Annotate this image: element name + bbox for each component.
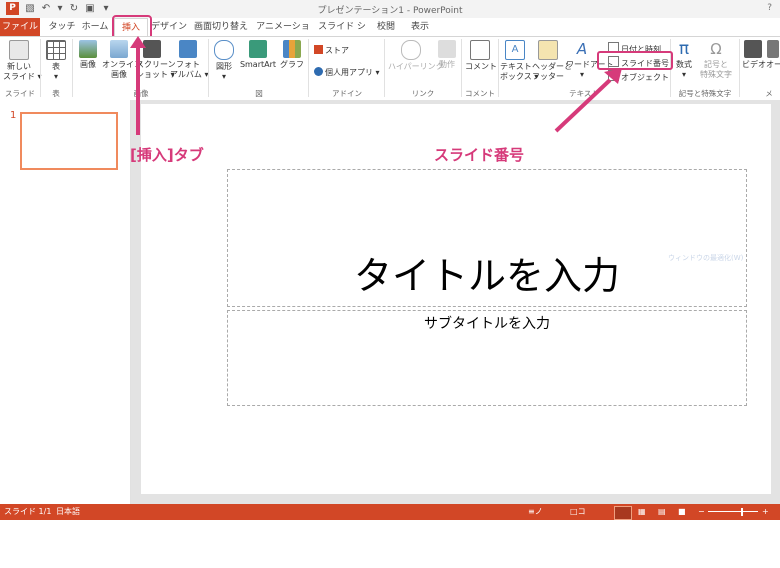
reading-view-icon[interactable]: ▤ bbox=[658, 504, 666, 520]
normal-view-icon[interactable] bbox=[614, 506, 632, 520]
insert-arrow bbox=[130, 36, 146, 135]
language-status: 日本語 bbox=[56, 507, 80, 516]
notes-label: ノート bbox=[534, 507, 543, 548]
slide-number-arrow bbox=[554, 68, 622, 133]
status-bar: スライド 1/1 日本語 ≡ ノート □ コメント ▦ ▤ ■ − + bbox=[0, 504, 780, 564]
annotation-arrows bbox=[130, 36, 622, 135]
slideshow-view-icon[interactable]: ■ bbox=[678, 504, 686, 520]
comments-button[interactable]: □ コメント bbox=[570, 504, 586, 564]
slide-sorter-icon[interactable]: ▦ bbox=[638, 504, 646, 520]
notes-button[interactable]: ≡ ノート bbox=[528, 504, 543, 548]
slide-count-status: スライド 1/1 bbox=[4, 507, 52, 516]
zoom-slider[interactable] bbox=[708, 511, 758, 512]
comments-label: コメント bbox=[577, 507, 586, 564]
zoom-in-icon[interactable]: + bbox=[762, 504, 769, 520]
zoom-slider-thumb[interactable] bbox=[741, 508, 743, 516]
zoom-out-icon[interactable]: − bbox=[698, 504, 705, 520]
